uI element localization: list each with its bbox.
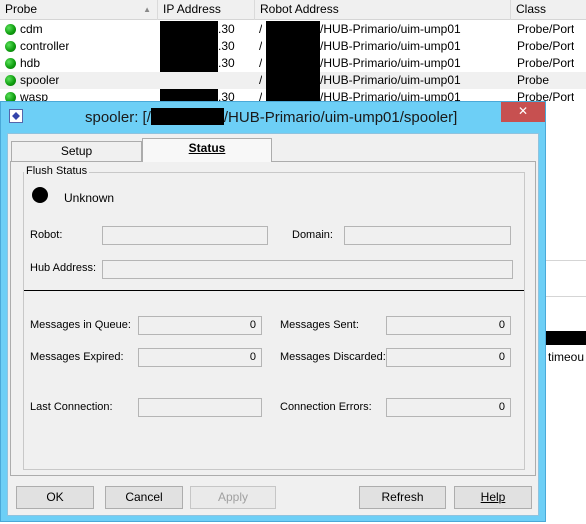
ip-suffix: .30 (218, 56, 235, 70)
status-ok-icon (5, 75, 16, 86)
messages-sent-field[interactable]: 0 (386, 316, 511, 335)
robot-prefix: / (259, 22, 263, 36)
robot-address: /HUB-Primario/uim-ump01 (320, 22, 461, 36)
connection-errors-field[interactable]: 0 (386, 398, 511, 417)
table-row[interactable]: hdb .30 / /HUB-Primario/uim-ump01 Probe/… (0, 55, 586, 72)
column-header-label: IP Address (163, 2, 221, 16)
redacted-ip (160, 38, 218, 55)
probe-name: cdm (20, 22, 43, 36)
robot-prefix: / (259, 90, 263, 101)
spooler-dialog: spooler: [/ /HUB-Primario/uim-ump01/spool… (0, 101, 546, 522)
messages-in-queue-label: Messages in Queue: (30, 319, 131, 331)
close-button[interactable]: ✕ (501, 102, 545, 122)
flush-status-indicator-icon (32, 187, 48, 203)
column-header-label: Probe (5, 2, 38, 16)
column-header-label: Robot Address (260, 2, 339, 16)
ip-suffix: .30 (218, 39, 235, 53)
app-icon (9, 109, 23, 123)
title-prefix: spooler: [/ (85, 109, 151, 126)
last-connection-field[interactable] (138, 398, 262, 417)
robot-label: Robot: (30, 229, 63, 241)
messages-in-queue-field[interactable]: 0 (138, 316, 262, 335)
column-header-label: Class (516, 2, 547, 16)
domain-field[interactable] (344, 226, 511, 245)
table-row[interactable]: controller .30 / /HUB-Primario/uim-ump01… (0, 38, 586, 55)
column-header-class[interactable]: Class (511, 0, 586, 20)
flush-status-text: Unknown (64, 191, 115, 205)
help-button[interactable]: Help (454, 486, 532, 509)
column-header-probe[interactable]: Probe ▲ (0, 0, 158, 20)
status-ok-icon (5, 24, 16, 35)
robot-address: /HUB-Primario/uim-ump01 (320, 56, 461, 70)
robot-prefix: / (259, 39, 263, 53)
status-ok-icon (5, 58, 16, 69)
ip-suffix: .30 (218, 22, 235, 36)
table-row[interactable]: wasp .30 / /HUB-Primario/uim-ump01 Probe… (0, 89, 586, 101)
divider (546, 296, 586, 297)
probe-name: hdb (20, 56, 41, 70)
status-ok-icon (5, 41, 16, 52)
probe-name: controller (20, 39, 70, 53)
domain-label: Domain: (292, 229, 333, 241)
tab-label: Setup (60, 144, 93, 158)
robot-prefix: / (259, 56, 263, 70)
divider (546, 260, 586, 261)
hub-address-field[interactable] (102, 260, 513, 279)
redacted-domain (150, 108, 224, 125)
status-ok-icon (5, 92, 16, 101)
dialog-title: spooler: [/ /HUB-Primario/uim-ump01/spool… (85, 108, 457, 126)
group-legend: Flush Status (24, 165, 90, 177)
separator-line (24, 290, 524, 291)
sort-ascending-icon: ▲ (143, 5, 151, 14)
probe-class: Probe (517, 73, 550, 87)
probe-name: spooler (20, 73, 60, 87)
connection-errors-label: Connection Errors: (280, 401, 372, 413)
column-header-robot-address[interactable]: Robot Address (255, 0, 511, 20)
probe-class: Probe/Port (517, 90, 575, 101)
redacted-ip (160, 55, 218, 72)
probe-list-header: Probe ▲ IP Address Robot Address Class (0, 0, 586, 20)
tab-setup[interactable]: Setup (11, 141, 142, 161)
dialog-titlebar[interactable]: spooler: [/ /HUB-Primario/uim-ump01/spool… (1, 102, 545, 132)
robot-address: /HUB-Primario/uim-ump01 (320, 39, 461, 53)
messages-discarded-field[interactable]: 0 (386, 348, 511, 367)
refresh-button[interactable]: Refresh (359, 486, 446, 509)
redacted-domain (266, 55, 320, 72)
redacted-field (546, 331, 586, 345)
background-text: timeou (548, 350, 585, 364)
messages-discarded-label: Messages Discarded: (280, 351, 386, 363)
redacted-domain (266, 72, 320, 89)
ip-suffix: .30 (218, 90, 235, 101)
ok-button[interactable]: OK (16, 486, 94, 509)
redacted-ip (160, 21, 218, 38)
redacted-domain (266, 38, 320, 55)
table-row[interactable]: spooler / /HUB-Primario/uim-ump01 Probe (0, 72, 586, 89)
tab-label: Status (188, 141, 226, 155)
robot-address: /HUB-Primario/uim-ump01 (320, 73, 461, 87)
robot-field[interactable] (102, 226, 268, 245)
messages-sent-label: Messages Sent: (280, 319, 359, 331)
tab-status[interactable]: Status (142, 138, 272, 162)
probe-class: Probe/Port (517, 22, 575, 36)
dialog-client: Setup Status Flush Status Unknown Robot:… (7, 133, 539, 516)
column-header-ip-address[interactable]: IP Address (158, 0, 255, 20)
redacted-domain (266, 89, 320, 101)
last-connection-label: Last Connection: (30, 401, 113, 413)
table-row[interactable]: cdm .30 / /HUB-Primario/uim-ump01 Probe/… (0, 21, 586, 38)
probe-class: Probe/Port (517, 56, 575, 70)
apply-button[interactable]: Apply (190, 486, 276, 509)
title-suffix: /HUB-Primario/uim-ump01/spooler] (223, 109, 458, 126)
cancel-button[interactable]: Cancel (105, 486, 183, 509)
messages-expired-field[interactable]: 0 (138, 348, 262, 367)
probe-name: wasp (20, 90, 49, 101)
close-icon: ✕ (517, 104, 529, 118)
redacted-ip (160, 89, 218, 101)
probe-class: Probe/Port (517, 39, 575, 53)
messages-expired-label: Messages Expired: (30, 351, 124, 363)
redacted-domain (266, 21, 320, 38)
robot-address: /HUB-Primario/uim-ump01 (320, 90, 461, 101)
hub-address-label: Hub Address: (30, 262, 97, 274)
robot-prefix: / (259, 73, 263, 87)
